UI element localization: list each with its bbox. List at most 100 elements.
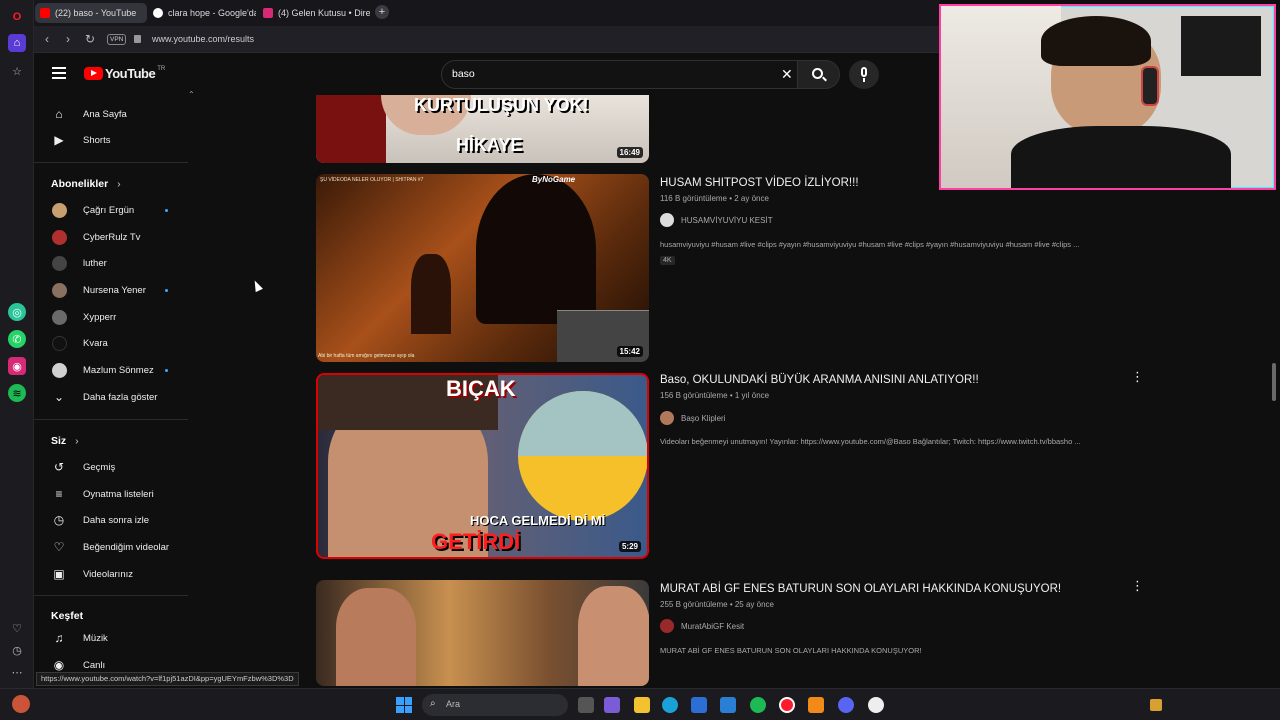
video-icon: ▣ xyxy=(53,567,65,581)
search-input[interactable]: baso ✕ xyxy=(441,60,798,89)
you-header[interactable]: Siz › xyxy=(51,435,79,447)
clear-search-icon[interactable]: ✕ xyxy=(781,66,793,83)
webcam-overlay xyxy=(939,4,1276,190)
show-more-button[interactable]: ⌄ Daha fazla göster xyxy=(34,384,194,410)
task-view-icon[interactable] xyxy=(578,697,594,713)
tab-google[interactable]: clara hope - Google'da Ara xyxy=(148,3,256,23)
video-meta: 156 B görüntüleme • 1 yıl önce xyxy=(660,391,770,400)
heart-icon[interactable]: ♡ xyxy=(8,619,26,637)
video-description: Videoları beğenmeyi unutmayın! Yayınlar:… xyxy=(660,437,1081,446)
sidebar-item-shorts[interactable]: ▶ Shorts xyxy=(34,127,194,153)
video-thumbnail[interactable]: ŞU VİDEODA NELER OLUYOR | SHITPAN #7 ByN… xyxy=(316,174,649,362)
avatar xyxy=(660,411,674,425)
duration-badge: 16:49 xyxy=(616,147,643,158)
voice-search-button[interactable] xyxy=(849,60,879,89)
file-explorer-icon[interactable] xyxy=(634,697,650,713)
menu-icon[interactable] xyxy=(52,67,66,79)
sidebar-item-home[interactable]: ⌂ Ana Sayfa xyxy=(34,101,194,127)
channel-link[interactable]: HUSAMVİYUVİYU KESİT xyxy=(660,213,773,227)
video-thumbnail[interactable] xyxy=(316,580,649,686)
sidebar-item-watch-later[interactable]: ◷ Daha sonra izle xyxy=(34,507,194,533)
sidebar-scroll-up-icon[interactable]: ⌃ xyxy=(188,90,195,99)
subscriptions-header[interactable]: Abonelikler › xyxy=(51,178,121,190)
tray-icon[interactable] xyxy=(1150,699,1162,711)
youtube-favicon-icon xyxy=(40,8,50,18)
video-thumbnail[interactable]: KURTULUŞUN YOK! HİKAYE 16:49 xyxy=(316,95,649,163)
reload-icon[interactable]: ↻ xyxy=(83,32,97,46)
sidebar-item-subscription[interactable]: Mazlum Sönmez xyxy=(34,357,194,383)
sidebar-item-your-videos[interactable]: ▣ Videolarınız xyxy=(34,561,194,587)
more-actions-icon[interactable]: ⋮ xyxy=(1131,579,1144,592)
avatar xyxy=(52,363,67,378)
video-title[interactable]: Baso, OKULUNDAKİ BÜYÜK ARANMA ANISINI AN… xyxy=(660,374,979,386)
divider xyxy=(34,419,188,420)
new-tab-button[interactable]: + xyxy=(375,5,389,19)
pinned-icon[interactable]: ☆ xyxy=(8,62,26,80)
weather-icon[interactable] xyxy=(12,695,30,713)
forward-icon[interactable]: › xyxy=(61,32,75,46)
chevron-right-icon: › xyxy=(75,435,79,447)
start-button[interactable] xyxy=(396,697,412,713)
sidebar-item-music[interactable]: ♫ Müzik xyxy=(34,625,194,651)
video-title[interactable]: HUSAM SHITPOST VİDEO İZLİYOR!!! xyxy=(660,177,859,189)
search-icon: ⌕ xyxy=(430,698,436,709)
chevron-right-icon: › xyxy=(117,178,121,190)
spotify-icon[interactable]: ≋ xyxy=(8,384,26,402)
video-title[interactable]: MURAT ABİ GF ENES BATURUN SON OLAYLARI H… xyxy=(660,583,1061,595)
sidebar-item-liked[interactable]: ♡ Beğendiğim videolar xyxy=(34,534,194,560)
mail-icon[interactable] xyxy=(720,697,736,713)
instagram-icon[interactable]: ◉ xyxy=(8,357,26,375)
chevron-down-icon: ⌄ xyxy=(53,390,65,404)
video-thumbnail[interactable]: BIÇAK HOCA GELMEDİ Dİ Mİ GETİRDİ 5:29 xyxy=(316,373,649,559)
store-icon[interactable] xyxy=(691,697,707,713)
opera-taskbar-icon[interactable] xyxy=(779,697,795,713)
more-actions-icon[interactable]: ⋮ xyxy=(1131,370,1144,383)
discord-icon[interactable] xyxy=(838,697,854,713)
search-button[interactable] xyxy=(798,60,840,89)
more-icon[interactable]: ⋯ xyxy=(8,663,26,681)
back-icon[interactable]: ‹ xyxy=(40,32,54,46)
mouse-cursor-icon xyxy=(251,278,263,293)
sidebar-item-subscription[interactable]: Xypperr xyxy=(34,304,194,330)
divider xyxy=(34,595,188,596)
quality-badge: 4K xyxy=(660,256,675,265)
spotify-taskbar-icon[interactable] xyxy=(750,697,766,713)
tab-youtube[interactable]: (22) baso - YouTube xyxy=(35,3,147,23)
thumbs-up-icon: ♡ xyxy=(53,540,65,554)
url-field[interactable]: www.youtube.com/results xyxy=(152,34,254,44)
sidebar-item-subscription[interactable]: Nursena Yener xyxy=(34,277,194,303)
sidebar-item-playlists[interactable]: ≡ Oynatma listeleri xyxy=(34,481,194,507)
video-description: MURAT ABİ GF ENES BATURUN SON OLAYLARI H… xyxy=(660,646,922,655)
app-icon[interactable] xyxy=(604,697,620,713)
sidebar-item-subscription[interactable]: luther xyxy=(34,250,194,276)
youtube-logo[interactable]: YouTube TR xyxy=(84,66,165,81)
opera-logo-icon[interactable]: O xyxy=(8,8,26,26)
scrollbar-thumb[interactable] xyxy=(1272,363,1276,401)
avatar xyxy=(52,283,67,298)
history-rail-icon[interactable]: ◷ xyxy=(8,641,26,659)
app-icon[interactable] xyxy=(808,697,824,713)
clock-icon: ◷ xyxy=(53,513,65,527)
edge-icon[interactable] xyxy=(662,697,678,713)
sidebar-item-subscription[interactable]: Kvara xyxy=(34,330,194,356)
speed-dial-icon[interactable]: ⌂ xyxy=(8,34,26,52)
duration-badge: 5:29 xyxy=(618,541,641,552)
whatsapp-icon[interactable]: ✆ xyxy=(8,330,26,348)
address-bar: ‹ › ↻ VPN www.youtube.com/results xyxy=(34,26,940,53)
chatgpt-icon[interactable]: ◎ xyxy=(8,303,26,321)
sidebar-item-subscription[interactable]: Çağrı Ergün xyxy=(34,197,194,223)
mic-icon xyxy=(861,67,867,77)
sidebar-item-history[interactable]: ↺ Geçmiş xyxy=(34,454,194,480)
link-status-bar: https://www.youtube.com/watch?v=lf1pj51a… xyxy=(36,672,299,686)
tab-instagram[interactable]: (4) Gelen Kutusu • Direct xyxy=(258,3,370,23)
live-dot xyxy=(165,369,168,372)
channel-link[interactable]: MuratAbiGF Kesit xyxy=(660,619,744,633)
channel-link[interactable]: Başo Klipleri xyxy=(660,411,725,425)
sidebar-item-subscription[interactable]: CyberRulz Tv xyxy=(34,224,194,250)
taskbar-search-input[interactable]: ⌕ Ara xyxy=(422,694,568,716)
app-icon[interactable] xyxy=(868,697,884,713)
lock-icon[interactable] xyxy=(134,35,141,43)
google-favicon-icon xyxy=(153,8,163,18)
video-meta: 116 B görüntüleme • 2 ay önce xyxy=(660,194,769,203)
vpn-badge[interactable]: VPN xyxy=(107,34,127,45)
